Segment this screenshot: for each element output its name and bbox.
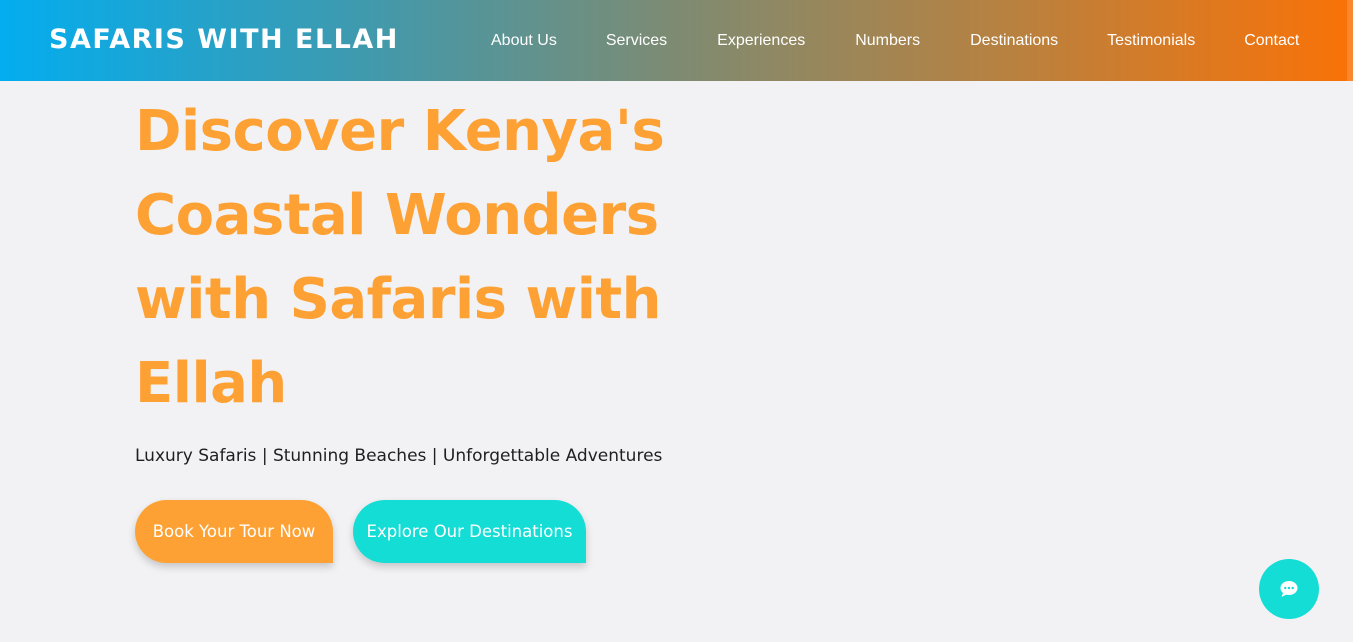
hero-title-line: Coastal Wonders [135, 183, 659, 248]
book-tour-button[interactable]: Book Your Tour Now [135, 500, 333, 563]
header-edge [1347, 0, 1353, 81]
nav-link-numbers[interactable]: Numbers [855, 32, 920, 50]
explore-destinations-button[interactable]: Explore Our Destinations [353, 500, 586, 563]
page: SAFARIS WITH ELLAH About Us Services Exp… [0, 0, 1353, 642]
chat-bubble-icon [1279, 580, 1299, 598]
nav-link-testimonials[interactable]: Testimonials [1107, 32, 1195, 50]
hero-section: Discover Kenya's Coastal Wonders with Sa… [135, 90, 695, 426]
nav-link-services[interactable]: Services [606, 32, 667, 50]
nav-link-destinations[interactable]: Destinations [970, 32, 1058, 50]
site-header: SAFARIS WITH ELLAH About Us Services Exp… [0, 0, 1353, 81]
chat-button[interactable] [1259, 559, 1319, 619]
nav-link-about-us[interactable]: About Us [491, 32, 557, 50]
nav-link-experiences[interactable]: Experiences [717, 32, 805, 50]
nav-link-contact[interactable]: Contact [1244, 32, 1299, 50]
hero-title-line: with Safaris with [135, 267, 662, 332]
hero-title: Discover Kenya's Coastal Wonders with Sa… [135, 90, 695, 426]
hero-title-line: Ellah [135, 351, 287, 416]
hero-tagline: Luxury Safaris | Stunning Beaches | Unfo… [135, 446, 663, 466]
hero-title-line: Discover Kenya's [135, 99, 665, 164]
brand-logo[interactable]: SAFARIS WITH ELLAH [49, 24, 399, 55]
main-navigation: About Us Services Experiences Numbers De… [470, 0, 1299, 81]
